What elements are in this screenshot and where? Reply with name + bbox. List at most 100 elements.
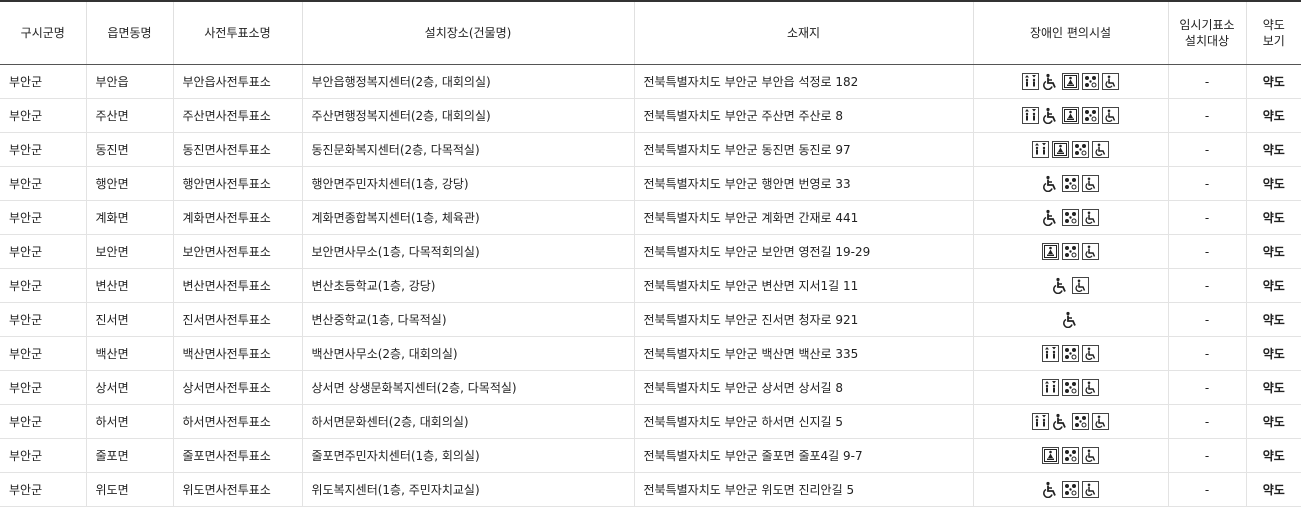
cell-facilities (973, 132, 1169, 167)
cell-eupmyeondong: 줄포면 (86, 438, 174, 473)
table-row: 부안군 주산면 주산면사전투표소 주산면행정복지센터(2층, 대회의실) 전북특별자치도… (0, 98, 1301, 133)
wheelchair-icon (1042, 209, 1059, 226)
map-link[interactable]: 약도 (1246, 472, 1301, 507)
map-link[interactable]: 약도 (1246, 234, 1301, 269)
table-row: 부안군 진서면 진서면사전투표소 변산중학교(1층, 다목적실) 전북특별자치도 부안군… (0, 302, 1301, 337)
cell-eupmyeondong: 주산면 (86, 98, 174, 133)
table-row: 부안군 행안면 행안면사전투표소 행안면주민자치센터(1층, 강당) 전북특별자치도 부… (0, 166, 1301, 201)
cell-station-name: 부안읍사전투표소 (173, 64, 303, 99)
map-link[interactable]: 약도 (1246, 438, 1301, 473)
cell-sigungu: 부안군 (0, 336, 87, 371)
accessible-toilet-icon (1072, 277, 1089, 294)
table-row: 부안군 계화면 계화면사전투표소 계화면종합복지센터(1층, 체육관) 전북특별자치도 … (0, 200, 1301, 235)
braille-icon (1062, 175, 1079, 192)
cell-place: 백산면사무소(2층, 대회의실) (302, 336, 635, 371)
table-row: 부안군 동진면 동진면사전투표소 동진문화복지센터(2층, 다목적실) 전북특별자치도 … (0, 132, 1301, 167)
wheelchair-icon (1052, 277, 1069, 294)
cell-address: 전북특별자치도 부안군 주산면 주산로 8 (634, 98, 974, 133)
header-map-line1: 약도 (1262, 18, 1285, 32)
cell-sigungu: 부안군 (0, 404, 87, 439)
cell-facilities (973, 64, 1169, 99)
elevator-icon (1042, 345, 1059, 362)
cell-station-name: 변산면사전투표소 (173, 268, 303, 303)
facility-icons (1042, 243, 1099, 260)
cell-place: 계화면종합복지센터(1층, 체육관) (302, 200, 635, 235)
map-link[interactable]: 약도 (1246, 336, 1301, 371)
table-row: 부안군 백산면 백산면사전투표소 백산면사무소(2층, 대회의실) 전북특별자치도 부안… (0, 336, 1301, 371)
stair-lift-icon (1052, 141, 1069, 158)
header-address: 소재지 (634, 0, 974, 65)
accessible-toilet-icon (1102, 73, 1119, 90)
table-row: 부안군 부안읍 부안읍사전투표소 부안읍행정복지센터(2층, 대회의실) 전북특별자치도… (0, 64, 1301, 99)
cell-eupmyeondong: 진서면 (86, 302, 174, 337)
cell-address: 전북특별자치도 부안군 줄포면 줄포4길 9-7 (634, 438, 974, 473)
braille-icon (1072, 413, 1089, 430)
header-sigungu: 구시군명 (0, 0, 87, 65)
map-link[interactable]: 약도 (1246, 302, 1301, 337)
elevator-icon (1032, 141, 1049, 158)
stair-lift-icon (1062, 73, 1079, 90)
facility-icons (1042, 379, 1099, 396)
stair-lift-icon (1062, 107, 1079, 124)
cell-sigungu: 부안군 (0, 166, 87, 201)
elevator-icon (1042, 379, 1059, 396)
table-row: 부안군 변산면 변산면사전투표소 변산초등학교(1층, 강당) 전북특별자치도 부안군 … (0, 268, 1301, 303)
map-link[interactable]: 약도 (1246, 98, 1301, 133)
polling-station-table: 구시군명 읍면동명 사전투표소명 설치장소(건물명) 소재지 장애인 편의시설 … (0, 0, 1301, 507)
map-link[interactable]: 약도 (1246, 404, 1301, 439)
braille-icon (1062, 345, 1079, 362)
cell-station-name: 상서면사전투표소 (173, 370, 303, 405)
cell-sigungu: 부안군 (0, 268, 87, 303)
map-link[interactable]: 약도 (1246, 132, 1301, 167)
map-link[interactable]: 약도 (1246, 268, 1301, 303)
cell-facilities (973, 234, 1169, 269)
cell-station-name: 백산면사전투표소 (173, 336, 303, 371)
header-station-name: 사전투표소명 (173, 0, 303, 65)
accessible-toilet-icon (1082, 447, 1099, 464)
cell-facilities (973, 472, 1169, 507)
map-link[interactable]: 약도 (1246, 370, 1301, 405)
header-row: 구시군명 읍면동명 사전투표소명 설치장소(건물명) 소재지 장애인 편의시설 … (0, 0, 1301, 65)
header-place: 설치장소(건물명) (302, 0, 635, 65)
cell-address: 전북특별자치도 부안군 진서면 청자로 921 (634, 302, 974, 337)
table-row: 부안군 상서면 상서면사전투표소 상서면 상생문화복지센터(2층, 다목적실) 전북특별… (0, 370, 1301, 405)
table-row: 부안군 하서면 하서면사전투표소 하서면문화센터(2층, 대회의실) 전북특별자치도 부… (0, 404, 1301, 439)
cell-temp-booth: - (1168, 268, 1247, 303)
cell-address: 전북특별자치도 부안군 계화면 간재로 441 (634, 200, 974, 235)
facility-icons (1022, 107, 1119, 124)
elevator-icon (1022, 107, 1039, 124)
facility-icons (1032, 141, 1109, 158)
cell-station-name: 진서면사전투표소 (173, 302, 303, 337)
cell-sigungu: 부안군 (0, 370, 87, 405)
cell-sigungu: 부안군 (0, 200, 87, 235)
cell-eupmyeondong: 동진면 (86, 132, 174, 167)
accessible-toilet-icon (1082, 243, 1099, 260)
braille-icon (1062, 243, 1079, 260)
cell-place: 주산면행정복지센터(2층, 대회의실) (302, 98, 635, 133)
cell-place: 변산초등학교(1층, 강당) (302, 268, 635, 303)
cell-facilities (973, 268, 1169, 303)
header-temp-booth-line1: 임시기표소 (1179, 18, 1235, 32)
cell-facilities (973, 370, 1169, 405)
accessible-toilet-icon (1082, 345, 1099, 362)
cell-place: 위도복지센터(1층, 주민자치교실) (302, 472, 635, 507)
cell-address: 전북특별자치도 부안군 보안면 영전길 19-29 (634, 234, 974, 269)
cell-eupmyeondong: 위도면 (86, 472, 174, 507)
braille-icon (1062, 447, 1079, 464)
cell-address: 전북특별자치도 부안군 상서면 상서길 8 (634, 370, 974, 405)
table-row: 부안군 줄포면 줄포면사전투표소 줄포면주민자치센터(1층, 회의실) 전북특별자치도 … (0, 438, 1301, 473)
cell-temp-booth: - (1168, 98, 1247, 133)
cell-facilities (973, 166, 1169, 201)
map-link[interactable]: 약도 (1246, 64, 1301, 99)
cell-eupmyeondong: 보안면 (86, 234, 174, 269)
cell-temp-booth: - (1168, 302, 1247, 337)
cell-station-name: 위도면사전투표소 (173, 472, 303, 507)
accessible-toilet-icon (1082, 209, 1099, 226)
cell-temp-booth: - (1168, 200, 1247, 235)
map-link[interactable]: 약도 (1246, 166, 1301, 201)
facility-icons (1022, 73, 1119, 90)
cell-place: 상서면 상생문화복지센터(2층, 다목적실) (302, 370, 635, 405)
wheelchair-icon (1052, 413, 1069, 430)
map-link[interactable]: 약도 (1246, 200, 1301, 235)
elevator-icon (1032, 413, 1049, 430)
